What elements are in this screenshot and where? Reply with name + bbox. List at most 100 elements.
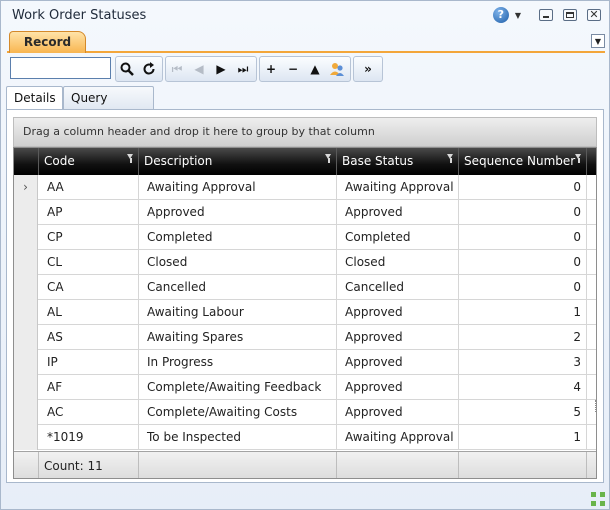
help-dropdown-icon[interactable]: ▼ xyxy=(515,11,521,20)
filter-icon[interactable] xyxy=(447,154,454,163)
cell-description[interactable]: To be Inspected xyxy=(139,425,337,450)
fast-forward-icon[interactable]: » xyxy=(354,57,382,81)
row-selector[interactable] xyxy=(14,300,38,325)
table-row[interactable]: IP In Progress Approved 3 xyxy=(14,350,596,375)
cell-code[interactable]: AF xyxy=(39,375,139,400)
row-selector[interactable] xyxy=(14,375,38,400)
resize-grip-icon[interactable] xyxy=(591,492,605,506)
table-row[interactable]: AL Awaiting Labour Approved 1 xyxy=(14,300,596,325)
cell-sequence[interactable]: 0 xyxy=(459,200,587,225)
group-by-area[interactable]: Drag a column header and drop it here to… xyxy=(13,117,597,147)
search-icon[interactable] xyxy=(116,57,138,81)
table-row[interactable]: AF Complete/Awaiting Feedback Approved 4 xyxy=(14,375,596,400)
cell-code[interactable]: IP xyxy=(39,350,139,375)
filter-icon[interactable] xyxy=(575,154,582,163)
minimize-icon[interactable] xyxy=(539,9,553,21)
cell-code[interactable]: AA xyxy=(39,175,139,200)
splitter-handle[interactable] xyxy=(595,400,598,412)
cell-base-status[interactable]: Approved xyxy=(337,300,459,325)
column-header-base-status[interactable]: Base Status xyxy=(337,148,459,175)
cell-base-status[interactable]: Approved xyxy=(337,200,459,225)
row-selector[interactable] xyxy=(14,325,38,350)
cell-description[interactable]: In Progress xyxy=(139,350,337,375)
cell-base-status[interactable]: Cancelled xyxy=(337,275,459,300)
cell-base-status[interactable]: Completed xyxy=(337,225,459,250)
last-record-icon[interactable]: ⏭ xyxy=(232,57,254,81)
table-row[interactable]: AS Awaiting Spares Approved 2 xyxy=(14,325,596,350)
close-icon[interactable]: ✕ xyxy=(587,9,601,21)
cell-sequence[interactable]: 1 xyxy=(459,300,587,325)
table-row[interactable]: CL Closed Closed 0 xyxy=(14,250,596,275)
row-selector[interactable] xyxy=(14,350,38,375)
cell-description[interactable]: Complete/Awaiting Costs xyxy=(139,400,337,425)
record-tab[interactable]: Record xyxy=(9,31,86,53)
cell-base-status[interactable]: Awaiting Approval xyxy=(337,425,459,450)
cell-base-status[interactable]: Awaiting Approval xyxy=(337,175,459,200)
remove-icon[interactable]: − xyxy=(282,57,304,81)
column-header-description[interactable]: Description xyxy=(139,148,337,175)
cell-base-status[interactable]: Approved xyxy=(337,400,459,425)
cell-code[interactable]: *1019 xyxy=(39,425,139,450)
filter-icon[interactable] xyxy=(325,154,332,163)
cell-sequence[interactable]: 1 xyxy=(459,425,587,450)
collapse-ribbon-icon[interactable]: ▼ xyxy=(591,34,605,48)
table-row[interactable]: AP Approved Approved 0 xyxy=(14,200,596,225)
details-panel: Drag a column header and drop it here to… xyxy=(6,109,604,483)
refresh-icon[interactable] xyxy=(138,57,160,81)
row-selector[interactable] xyxy=(14,200,38,225)
cell-sequence[interactable]: 0 xyxy=(459,250,587,275)
search-input[interactable] xyxy=(10,57,111,79)
cell-code[interactable]: CL xyxy=(39,250,139,275)
cell-code[interactable]: AC xyxy=(39,400,139,425)
table-row[interactable]: CA Cancelled Cancelled 0 xyxy=(14,275,596,300)
tab-query-builder[interactable]: Query Builder xyxy=(63,86,154,127)
cell-sequence[interactable]: 0 xyxy=(459,275,587,300)
tab-details[interactable]: Details xyxy=(6,86,63,111)
cell-base-status[interactable]: Approved xyxy=(337,375,459,400)
move-up-icon[interactable]: ▲ xyxy=(304,57,326,81)
cell-sequence[interactable]: 3 xyxy=(459,350,587,375)
row-selector[interactable] xyxy=(14,275,38,300)
next-record-icon[interactable]: ▶ xyxy=(210,57,232,81)
cell-code[interactable]: AP xyxy=(39,200,139,225)
user-lookup-icon[interactable] xyxy=(326,57,348,81)
cell-description[interactable]: Approved xyxy=(139,200,337,225)
table-row[interactable]: AC Complete/Awaiting Costs Approved 5 xyxy=(14,400,596,425)
cell-description[interactable]: Cancelled xyxy=(139,275,337,300)
cell-description[interactable]: Awaiting Approval xyxy=(139,175,337,200)
cell-code[interactable]: AS xyxy=(39,325,139,350)
table-row[interactable]: CP Completed Completed 0 xyxy=(14,225,596,250)
add-icon[interactable]: + xyxy=(260,57,282,81)
cell-code[interactable]: CA xyxy=(39,275,139,300)
cell-code[interactable]: AL xyxy=(39,300,139,325)
current-row-indicator-icon[interactable]: › xyxy=(14,175,38,200)
cell-base-status[interactable]: Closed xyxy=(337,250,459,275)
cell-description[interactable]: Closed xyxy=(139,250,337,275)
first-record-icon[interactable]: ⏮ xyxy=(166,57,188,81)
cell-base-status[interactable]: Approved xyxy=(337,325,459,350)
cell-sequence[interactable]: 5 xyxy=(459,400,587,425)
row-selector[interactable] xyxy=(14,250,38,275)
cell-code[interactable]: CP xyxy=(39,225,139,250)
table-row[interactable]: *1019 To be Inspected Awaiting Approval 1 xyxy=(14,425,596,450)
grid-footer: Count: 11 xyxy=(14,451,596,478)
column-header-sequence-number[interactable]: Sequence Number xyxy=(459,148,587,175)
cell-description[interactable]: Complete/Awaiting Feedback xyxy=(139,375,337,400)
cell-description[interactable]: Awaiting Labour xyxy=(139,300,337,325)
row-selector[interactable] xyxy=(14,400,38,425)
cell-sequence[interactable]: 4 xyxy=(459,375,587,400)
help-icon[interactable]: ? xyxy=(492,7,509,23)
row-selector[interactable] xyxy=(14,225,38,250)
cell-sequence[interactable]: 0 xyxy=(459,175,587,200)
filter-icon[interactable] xyxy=(127,154,134,163)
cell-sequence[interactable]: 0 xyxy=(459,225,587,250)
maximize-icon[interactable] xyxy=(563,9,577,21)
row-selector[interactable] xyxy=(14,425,38,450)
column-header-code[interactable]: Code xyxy=(39,148,139,175)
table-row[interactable]: › AA Awaiting Approval Awaiting Approval 0 xyxy=(14,175,596,200)
cell-sequence[interactable]: 2 xyxy=(459,325,587,350)
previous-record-icon[interactable]: ◀ xyxy=(188,57,210,81)
cell-description[interactable]: Awaiting Spares xyxy=(139,325,337,350)
cell-description[interactable]: Completed xyxy=(139,225,337,250)
cell-base-status[interactable]: Approved xyxy=(337,350,459,375)
